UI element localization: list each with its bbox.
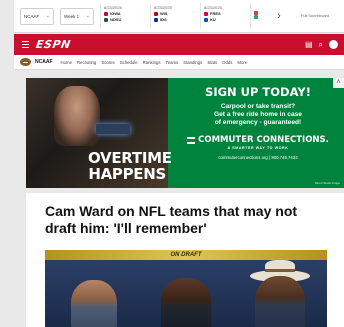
ad-copy: SIGN UP TODAY! Carpool or take transit? …: [172, 78, 344, 188]
score-card[interactable]: 8/23/2025 IOWA NDSU: [100, 3, 150, 29]
ad-photo: OVERTIME HAPPENS: [26, 78, 172, 188]
sport-subnav: NCAAF Home Recruiting Scores Schedule Ra…: [14, 55, 344, 70]
profile-icon[interactable]: [329, 40, 338, 49]
nav-link-scores[interactable]: Scores: [101, 60, 114, 65]
chevron-down-icon: ⌄: [85, 13, 90, 19]
article-card[interactable]: Cam Ward on NFL teams that may not draft…: [26, 193, 344, 327]
team-name: KU: [210, 17, 216, 22]
nav-link-home[interactable]: Home: [61, 60, 72, 65]
phone-image: [96, 124, 130, 134]
ad-headline-left: OVERTIME HAPPENS: [88, 149, 172, 183]
article-headline[interactable]: Cam Ward on NFL teams that may not draft…: [45, 203, 325, 237]
week-select[interactable]: Week 1 ⌄: [60, 7, 94, 25]
nav-link-more[interactable]: More: [237, 60, 247, 65]
full-scoreboard-link[interactable]: Full Scoreboard: [286, 13, 344, 19]
video-banner: ON DRAFT: [45, 250, 327, 260]
ad-headline-right: SIGN UP TODAY!: [205, 85, 311, 99]
nav-link-schedule[interactable]: Schedule: [120, 60, 138, 65]
ad-url: commuterconnections.org | 800.745.7433: [218, 155, 298, 160]
nav-link-teams[interactable]: Teams: [166, 60, 179, 65]
hat-band-image: [265, 269, 295, 272]
brand-logo-icon: [187, 136, 196, 144]
ad-brand: COMMUTER CONNECTIONS.: [172, 135, 344, 145]
nav-link-stats[interactable]: Stats: [207, 60, 217, 65]
espn-logo[interactable]: ESPN: [35, 38, 72, 51]
ad-subtext-line2: Get a free ride home in case: [214, 111, 302, 118]
team-logo-icon: [204, 12, 208, 16]
ad-headline-left-line2: HAPPENS: [88, 165, 166, 183]
ad-brand-name: COMMUTER CONNECTIONS.: [198, 135, 329, 145]
video-thumbnail[interactable]: ON DRAFT: [45, 250, 327, 327]
ad-subtext: Carpool or take transit? Get a free ride…: [172, 103, 344, 127]
football-icon: [20, 58, 31, 66]
team-name: NDSU: [110, 17, 122, 22]
team-logo-icon: [204, 18, 208, 22]
score-card[interactable]: [250, 3, 272, 29]
league-select[interactable]: NCAAF ⌄: [20, 7, 54, 25]
team-logo-icon: [154, 18, 158, 22]
league-select-value: NCAAF: [24, 13, 40, 19]
ad-banner[interactable]: OVERTIME HAPPENS SIGN UP TODAY! Carpool …: [26, 78, 344, 188]
nav-link-recruiting[interactable]: Recruiting: [77, 60, 96, 65]
ad-subtext-line1: Carpool or take transit?: [220, 103, 296, 110]
team-logo-icon: [104, 12, 108, 16]
ad-person-image: [54, 86, 100, 146]
menu-icon[interactable]: [14, 40, 36, 49]
site-header: ESPN ▤ ⌕: [14, 34, 344, 55]
league-title[interactable]: NCAAF: [35, 59, 53, 65]
person-image: [161, 278, 211, 327]
chevron-right-icon[interactable]: ›: [272, 10, 286, 22]
chevron-up-icon[interactable]: ˄: [333, 78, 344, 88]
scores-strip: NCAAF ⌄ Week 1 ⌄ 8/23/2025 IOWA NDSU 8/2…: [14, 0, 344, 33]
ad-credit: Metro Stock Image: [314, 181, 340, 185]
person-image: [255, 276, 305, 327]
team-logo-icon: [154, 12, 158, 16]
ad-tagline: A SMARTER WAY TO WORK: [227, 146, 289, 150]
nav-link-standings[interactable]: Standings: [183, 60, 202, 65]
search-icon[interactable]: ⌕: [319, 40, 323, 50]
ad-headline-left-line1: OVERTIME: [88, 149, 172, 167]
chevron-down-icon: ⌄: [45, 13, 50, 19]
nav-link-rankings[interactable]: Rankings: [143, 60, 161, 65]
nav-link-odds[interactable]: Odds: [222, 60, 232, 65]
person-image: [71, 280, 117, 327]
score-card[interactable]: 8/23/2025 WIS IDS: [150, 3, 200, 29]
team-logo-icon: [104, 18, 108, 22]
week-select-value: Week 1: [64, 13, 80, 19]
team-logo-icon: [254, 15, 258, 19]
team-name: IDS: [160, 17, 167, 22]
ad-subtext-line3: of emergency - guaranteed!: [214, 119, 302, 126]
score-card[interactable]: 8/23/2025 FRES KU: [200, 3, 250, 29]
watch-icon[interactable]: ▤: [305, 40, 313, 49]
